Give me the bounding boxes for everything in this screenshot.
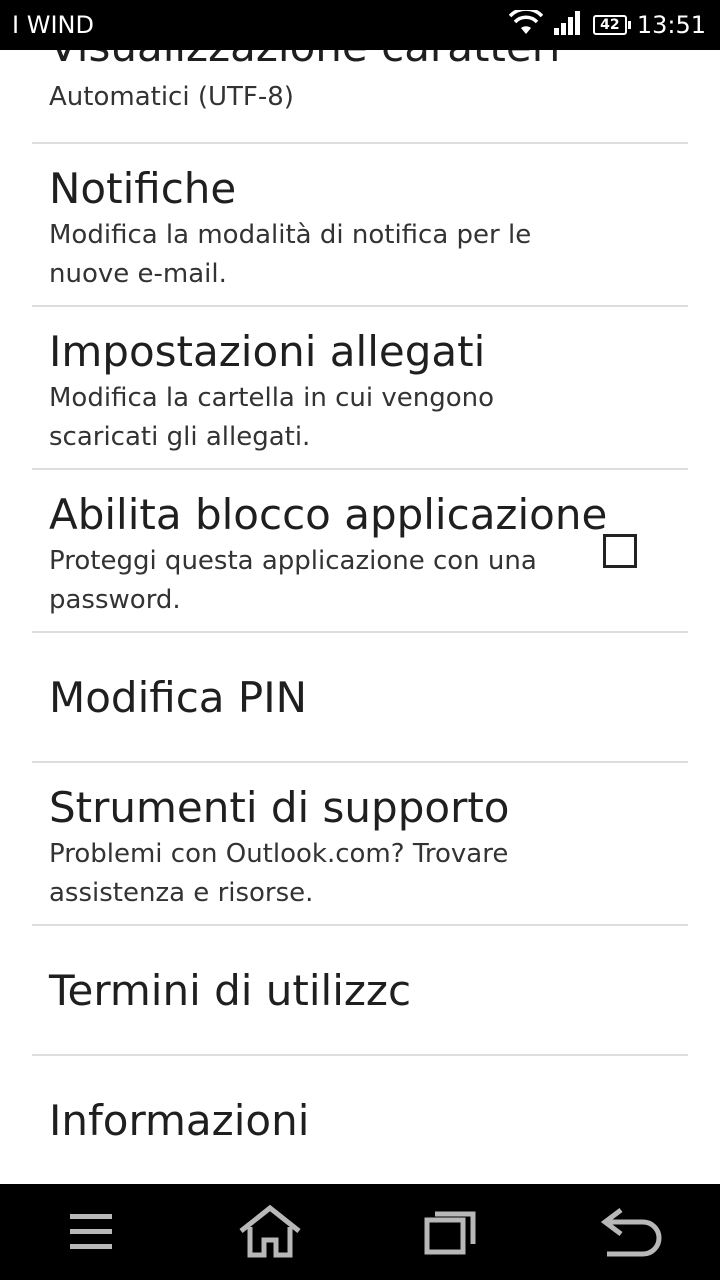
setting-description: Problemi con Outlook.com? Trovare assist… (49, 839, 509, 908)
clock: 13:51 (636, 11, 706, 39)
setting-title: Impostazioni allegati (49, 327, 486, 376)
setting-terms-of-use[interactable]: Termini di utilizzc (32, 926, 688, 1056)
setting-title: Informazioni (49, 1096, 310, 1145)
settings-list: Visualizzazione caratteri Automatici (UT… (0, 50, 720, 1184)
recent-apps-button[interactable] (405, 1202, 495, 1262)
setting-change-pin[interactable]: Modifica PIN (32, 633, 688, 763)
menu-icon (70, 1214, 112, 1249)
home-icon (239, 1204, 301, 1258)
battery-icon: 42 (592, 15, 631, 35)
setting-title: Termini di utilizzc (49, 966, 412, 1015)
app-lock-checkbox[interactable] (603, 534, 637, 568)
signal-icon (553, 10, 583, 40)
status-bar: I WIND 42 13:51 (0, 0, 720, 50)
setting-description: Modifica la modalità di notifica per le … (49, 220, 532, 289)
back-icon (600, 1208, 662, 1257)
recent-apps-icon (424, 1211, 476, 1255)
setting-character-encoding[interactable]: Visualizzazione caratteri Automatici (UT… (32, 50, 688, 144)
status-icons: 42 13:51 (508, 7, 706, 42)
setting-about[interactable]: Informazioni (32, 1056, 688, 1184)
setting-title: Modifica PIN (49, 673, 308, 722)
setting-title: Strumenti di supporto (49, 783, 510, 832)
setting-title: Abilita blocco applicazione (49, 490, 608, 539)
setting-description: Modifica la cartella in cui vengono scar… (49, 383, 494, 452)
setting-title: Visualizzazione caratteri (49, 50, 561, 71)
setting-app-lock[interactable]: Abilita blocco applicazione Proteggi que… (32, 470, 688, 633)
menu-button[interactable] (46, 1202, 136, 1262)
setting-description: Proteggi questa applicazione con una pas… (49, 546, 537, 615)
setting-support-tools[interactable]: Strumenti di supporto Problemi con Outlo… (32, 763, 688, 926)
setting-notifications[interactable]: Notifiche Modifica la modalità di notifi… (32, 144, 688, 307)
back-button[interactable] (585, 1202, 675, 1262)
wifi-icon (508, 7, 544, 40)
navigation-bar (0, 1184, 720, 1280)
home-button[interactable] (225, 1202, 315, 1262)
carrier-name: I WIND (12, 11, 94, 39)
setting-title: Notifiche (49, 164, 237, 213)
setting-description: Automatici (UTF-8) (49, 82, 294, 112)
setting-attachments[interactable]: Impostazioni allegati Modifica la cartel… (32, 307, 688, 470)
